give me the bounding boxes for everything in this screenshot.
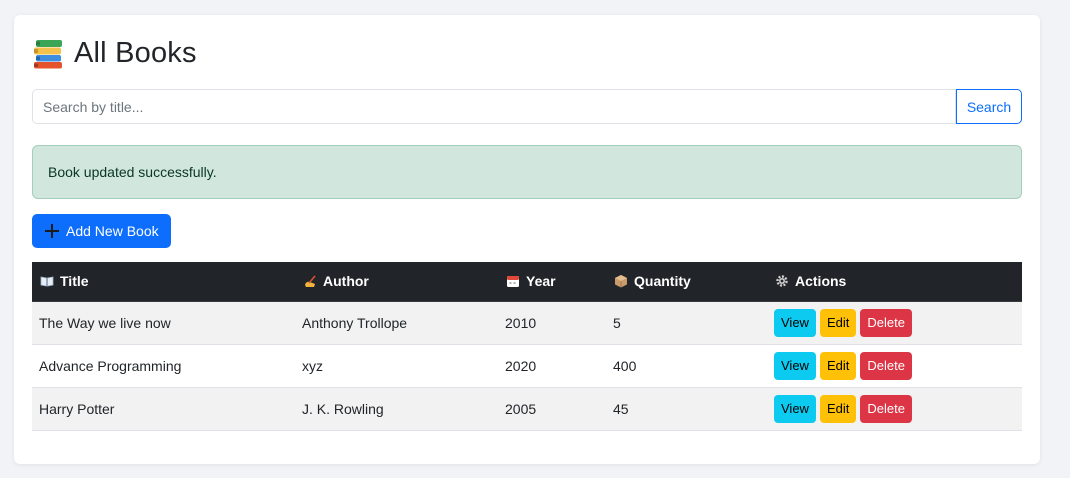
plus-icon: [45, 224, 59, 238]
add-button-label: Add New Book: [66, 223, 159, 239]
header-author-label: Author: [323, 273, 369, 290]
view-button[interactable]: View: [774, 394, 816, 423]
view-button[interactable]: View: [774, 308, 816, 337]
gear-icon: [776, 275, 788, 287]
cell-year: 2005: [498, 387, 606, 431]
cell-quantity: 45: [606, 387, 767, 431]
search-input[interactable]: [32, 89, 956, 124]
edit-button[interactable]: Edit: [819, 308, 857, 337]
success-alert: Book updated successfully.: [32, 145, 1022, 199]
cell-author: xyz: [295, 344, 498, 388]
table-row: Harry Potter J. K. Rowling 2005 45 View …: [32, 387, 1022, 431]
table-header-row: Title Author Year Quantity Actions: [32, 262, 1022, 302]
cell-title: The Way we live now: [32, 301, 295, 345]
add-new-book-button[interactable]: Add New Book: [32, 214, 171, 248]
delete-button[interactable]: Delete: [860, 394, 912, 423]
header-year-label: Year: [526, 273, 556, 290]
cell-actions: View Edit Delete: [767, 344, 1022, 388]
edit-button[interactable]: Edit: [819, 394, 857, 423]
header-quantity-label: Quantity: [634, 273, 691, 290]
calendar-icon: [507, 276, 519, 288]
search-button[interactable]: Search: [956, 89, 1022, 124]
title-row: All Books: [32, 37, 197, 70]
header-title: Title: [32, 262, 295, 302]
header-year: Year: [498, 262, 606, 302]
writing-hand-icon: [305, 275, 316, 288]
cell-quantity: 400: [606, 344, 767, 388]
header-quantity: Quantity: [606, 262, 767, 302]
search-bar: Search: [32, 89, 1022, 124]
header-actions-label: Actions: [795, 273, 847, 290]
cell-title: Harry Potter: [32, 387, 295, 431]
cell-title: Advance Programming: [32, 344, 295, 388]
cell-actions: View Edit Delete: [767, 387, 1022, 431]
header-author: Author: [295, 262, 498, 302]
cell-actions: View Edit Delete: [767, 301, 1022, 345]
cell-quantity: 5: [606, 301, 767, 345]
delete-button[interactable]: Delete: [860, 351, 912, 380]
books-card: All Books Search Book updated successful…: [14, 15, 1040, 464]
alert-message: Book updated successfully.: [48, 164, 217, 180]
cell-author: Anthony Trollope: [295, 301, 498, 345]
page-title: All Books: [74, 37, 197, 69]
cell-year: 2010: [498, 301, 606, 345]
view-button[interactable]: View: [774, 351, 816, 380]
cell-year: 2020: [498, 344, 606, 388]
delete-button[interactable]: Delete: [860, 308, 912, 337]
table-row: The Way we live now Anthony Trollope 201…: [32, 301, 1022, 345]
cell-author: J. K. Rowling: [295, 387, 498, 431]
header-title-label: Title: [60, 273, 89, 290]
edit-button[interactable]: Edit: [819, 351, 857, 380]
books-table: Title Author Year Quantity Actions The W…: [32, 262, 1022, 431]
header-actions: Actions: [767, 262, 1022, 302]
table-row: Advance Programming xyz 2020 400 View Ed…: [32, 344, 1022, 388]
books-stack-icon: [34, 39, 62, 68]
package-icon: [615, 275, 627, 288]
open-book-icon: [40, 276, 54, 287]
